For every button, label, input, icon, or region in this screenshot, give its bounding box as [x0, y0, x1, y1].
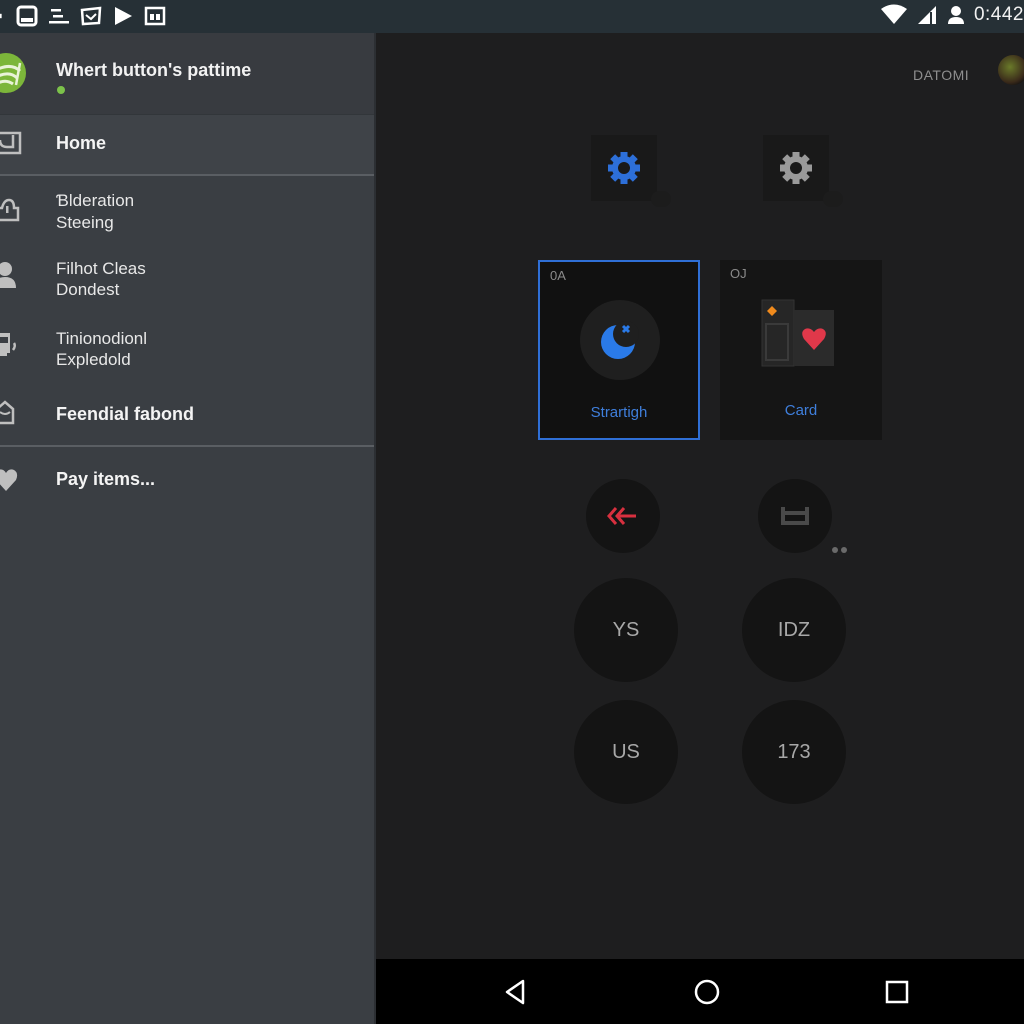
- card-number: OJ: [730, 266, 747, 281]
- gear-icon: [780, 152, 812, 184]
- app-logo-icon: [0, 53, 26, 93]
- tablet-icon: [16, 5, 38, 27]
- account-icon: [947, 6, 964, 24]
- system-nav-bar: [376, 959, 1024, 1024]
- tile-badge: [651, 191, 671, 207]
- nav-item-label: Pay items...: [56, 469, 156, 489]
- nav-item-filhot[interactable]: Filhot Cleas Dondest: [0, 244, 374, 314]
- moon-icon: [601, 321, 639, 359]
- nav-item-label: Filhot Cleas: [56, 259, 146, 278]
- rewind-button[interactable]: [586, 479, 660, 553]
- round-button-idz[interactable]: IDZ: [742, 578, 846, 682]
- double-arrow-left-icon: [607, 507, 636, 525]
- brand-logo: DATOMI: [913, 67, 970, 83]
- status-bar: 0:442: [0, 0, 1024, 33]
- nav-item-feendial-fabond[interactable]: Feendial fabond: [0, 386, 374, 445]
- settings-tile[interactable]: [763, 135, 843, 207]
- nav-item-blderation[interactable]: Ɓlderation Steeing: [0, 176, 374, 244]
- list-icon: [49, 9, 69, 24]
- navigation-drawer: Whert button's pattime Home Ɓlderation S…: [0, 33, 376, 1024]
- moon-icon-container: [580, 300, 660, 380]
- gear-icon: [608, 152, 640, 184]
- round-button-173[interactable]: 173: [742, 700, 846, 804]
- tray-icon: [781, 507, 809, 525]
- upload-icon: [0, 198, 20, 222]
- drawer-header: Whert button's pattime: [0, 33, 374, 115]
- round-button-label: YS: [612, 618, 640, 641]
- nav-item-tinionodionl[interactable]: Tinionodionl Expledold: [0, 314, 374, 386]
- card-card[interactable]: OJ Card: [720, 260, 882, 440]
- device-icon: [0, 333, 17, 356]
- notification-icon: [0, 13, 2, 19]
- person-icon: [0, 262, 16, 288]
- card-number: 0A: [550, 268, 566, 283]
- nav-item-label: Feendial fabond: [56, 404, 195, 424]
- nav-item-sublabel: Expledold: [56, 350, 131, 369]
- nav-item-home[interactable]: Home: [0, 115, 374, 174]
- signal-icon: [917, 6, 936, 24]
- round-button-label: US: [612, 740, 640, 763]
- clock: 0:442: [973, 4, 1024, 25]
- round-button-label: 173: [777, 740, 811, 763]
- card-strartigh[interactable]: 0A Strartigh: [538, 260, 700, 440]
- nav-item-sublabel: Dondest: [56, 280, 120, 299]
- image-icon: [144, 6, 166, 26]
- inbox-icon: [0, 400, 15, 425]
- home-circle-icon[interactable]: [692, 977, 722, 1007]
- round-button-ys[interactable]: YS: [574, 578, 678, 682]
- card-label: Card: [784, 402, 818, 419]
- settings-tile-active[interactable]: [591, 135, 671, 207]
- card-label: Strartigh: [590, 404, 648, 421]
- nav-item-label: Ɓlderation: [56, 191, 135, 210]
- recents-icon[interactable]: [882, 977, 912, 1007]
- round-button-us[interactable]: US: [574, 700, 678, 804]
- wifi-icon: [880, 4, 907, 24]
- avatar[interactable]: [998, 55, 1024, 85]
- nav-item-sublabel: Steeing: [56, 213, 114, 232]
- main-content: DATOMI 0A Strartigh OJ Card YS IDZ US 17…: [376, 33, 1024, 959]
- more-dots-icon: [832, 547, 847, 553]
- heart-icon: [0, 469, 18, 491]
- play-icon: [115, 7, 132, 25]
- tray-button[interactable]: [758, 479, 832, 553]
- nav-item-label: Tinionodionl: [56, 329, 148, 348]
- online-status-dot: [57, 86, 65, 94]
- round-button-label: IDZ: [777, 618, 811, 641]
- back-icon[interactable]: [501, 977, 531, 1007]
- nav-item-label: Home: [56, 133, 107, 153]
- tile-badge: [823, 191, 843, 207]
- cards-heart-icon: [761, 299, 834, 367]
- drawer-title: Whert button's pattime: [56, 60, 252, 80]
- message-icon: [80, 6, 102, 26]
- nav-item-pay-items[interactable]: Pay items...: [0, 447, 374, 513]
- home-icon: [0, 131, 22, 155]
